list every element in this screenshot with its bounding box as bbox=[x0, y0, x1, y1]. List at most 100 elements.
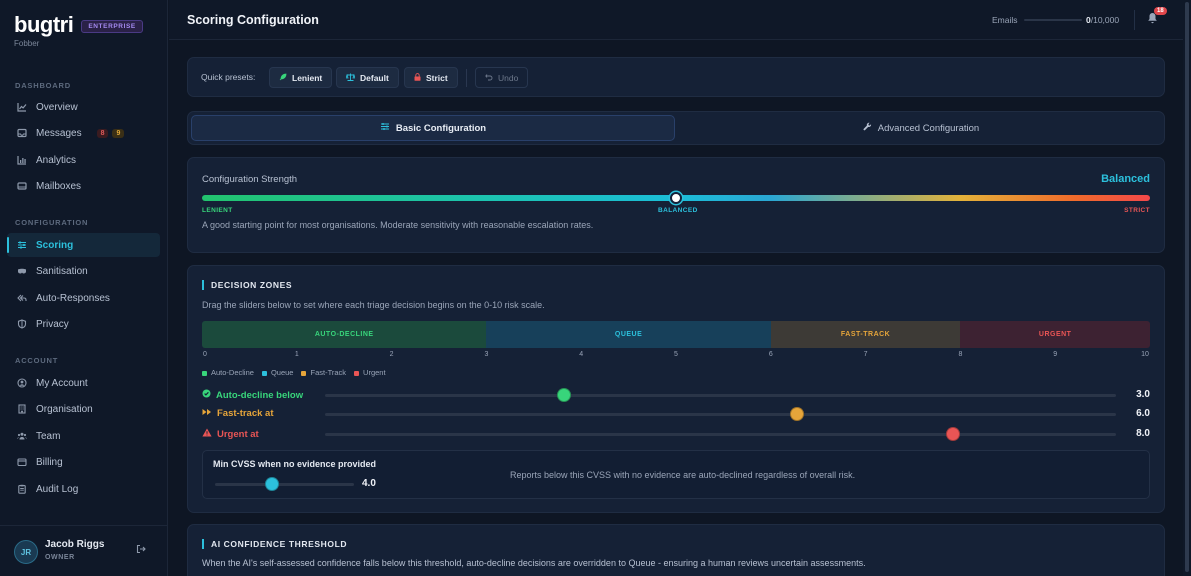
section-title: AI CONFIDENCE THRESHOLD bbox=[202, 539, 347, 549]
zone-bar: AUTO-DECLINE QUEUE FAST-TRACK URGENT bbox=[202, 321, 1150, 348]
sidebar-item-label: Messages bbox=[36, 127, 82, 139]
sidebar-item-messages[interactable]: Messages 8 9 bbox=[7, 121, 160, 145]
mailbox-icon bbox=[17, 181, 27, 191]
ai-confidence-card: AI CONFIDENCE THRESHOLD When the AI's se… bbox=[187, 524, 1165, 576]
zone-auto-decline: AUTO-DECLINE bbox=[202, 321, 487, 348]
strength-slider-thumb[interactable] bbox=[670, 192, 682, 204]
sidebar-item-label: Privacy bbox=[36, 318, 69, 330]
emails-label: Emails bbox=[992, 15, 1018, 25]
sidebar: bugtri ENTERPRISE Fobber DASHBOARD Overv… bbox=[0, 0, 168, 576]
tab-basic-configuration[interactable]: Basic Configuration bbox=[191, 115, 675, 141]
brand-logo[interactable]: bugtri bbox=[14, 12, 74, 38]
legend-label: Queue bbox=[270, 368, 294, 377]
urgent-slider-thumb[interactable] bbox=[946, 427, 960, 441]
sidebar-item-sanitisation[interactable]: Sanitisation bbox=[7, 259, 160, 283]
strict-preset-button[interactable]: Strict bbox=[404, 67, 458, 88]
zone-queue: QUEUE bbox=[486, 321, 771, 348]
lenient-preset-button[interactable]: Lenient bbox=[269, 67, 333, 88]
user-name: Jacob Riggs bbox=[45, 539, 105, 550]
sidebar-item-label: Scoring bbox=[36, 239, 74, 251]
scale-label-strict: STRICT bbox=[1124, 207, 1150, 214]
presets-label: Quick presets: bbox=[201, 72, 256, 82]
scale-label-balanced: BALANCED bbox=[658, 207, 698, 214]
brand: bugtri ENTERPRISE bbox=[14, 12, 143, 38]
fast-track-slider-thumb[interactable] bbox=[790, 407, 804, 421]
sidebar-item-auto-responses[interactable]: Auto-Responses bbox=[7, 286, 160, 310]
scale-label-lenient: LENIENT bbox=[202, 207, 233, 214]
clipboard-icon bbox=[17, 484, 27, 494]
legend-swatch bbox=[301, 370, 307, 376]
emails-count: 0/10,000 bbox=[1086, 15, 1119, 25]
sidebar-item-label: Auto-Responses bbox=[36, 292, 110, 304]
sidebar-item-my-account[interactable]: My Account bbox=[7, 371, 160, 395]
slider-label-text: Auto-decline below bbox=[216, 389, 304, 401]
sidebar-item-organisation[interactable]: Organisation bbox=[7, 397, 160, 421]
legend-label: Urgent bbox=[363, 368, 386, 377]
legend-item: Fast-Track bbox=[301, 368, 346, 377]
min-cvss-slider-thumb[interactable] bbox=[265, 477, 279, 491]
slider-label: Auto-decline below bbox=[202, 389, 303, 401]
fast-track-slider-row: Fast-track at 6.0 bbox=[202, 406, 1150, 422]
zone-fast-track: FAST-TRACK bbox=[770, 321, 961, 348]
user-circle-icon bbox=[17, 378, 27, 388]
min-cvss-slider[interactable] bbox=[215, 483, 354, 486]
emails-limit: /10,000 bbox=[1090, 15, 1120, 25]
zones-description: Drag the sliders below to set where each… bbox=[202, 300, 545, 310]
notification-count-badge: 18 bbox=[1154, 7, 1167, 15]
fast-forward-icon bbox=[202, 408, 212, 419]
lock-icon bbox=[414, 72, 421, 83]
pending-badge: 9 bbox=[112, 128, 125, 138]
legend-label: Auto-Decline bbox=[211, 368, 254, 377]
risk-scale-ticks: 0 1 2 3 4 5 6 7 8 9 10 bbox=[202, 351, 1150, 361]
auto-decline-slider-row: Auto-decline below 3.0 bbox=[202, 387, 1150, 403]
avatar[interactable]: JR bbox=[14, 540, 38, 564]
building-icon bbox=[17, 404, 27, 414]
bar-chart-icon bbox=[17, 155, 27, 165]
sidebar-item-audit-log[interactable]: Audit Log bbox=[7, 477, 160, 501]
strict-label: Strict bbox=[426, 72, 448, 83]
page-title: Scoring Configuration bbox=[187, 13, 319, 27]
sidebar-item-overview[interactable]: Overview bbox=[7, 95, 160, 119]
auto-decline-slider[interactable] bbox=[325, 394, 1116, 397]
cvss-title: Min CVSS when no evidence provided bbox=[213, 459, 377, 469]
slider-value: 6.0 bbox=[1136, 408, 1150, 419]
undo-button[interactable]: Undo bbox=[475, 67, 529, 88]
strength-value: Balanced bbox=[1101, 173, 1150, 185]
fast-track-slider[interactable] bbox=[325, 413, 1116, 416]
sidebar-item-scoring[interactable]: Scoring bbox=[7, 233, 160, 257]
sidebar-item-privacy[interactable]: Privacy bbox=[7, 312, 160, 336]
tick-label: 4 bbox=[579, 351, 584, 358]
tab-advanced-configuration[interactable]: Advanced Configuration bbox=[679, 115, 1163, 141]
slider-value: 8.0 bbox=[1136, 428, 1150, 439]
sidebar-item-billing[interactable]: Billing bbox=[7, 450, 160, 474]
user-role: OWNER bbox=[45, 554, 75, 561]
sidebar-item-label: Billing bbox=[36, 456, 63, 468]
inbox-icon bbox=[17, 128, 27, 138]
configuration-strength-card: Configuration Strength Balanced LENIENT … bbox=[187, 157, 1165, 253]
logout-icon[interactable] bbox=[136, 544, 146, 557]
sidebar-item-mailboxes[interactable]: Mailboxes bbox=[7, 174, 160, 198]
nav-section-configuration: CONFIGURATION bbox=[15, 218, 89, 227]
scrollbar-thumb[interactable] bbox=[1185, 2, 1189, 572]
tick-label: 0 bbox=[203, 351, 207, 358]
urgent-slider-row: Urgent at 8.0 bbox=[202, 426, 1150, 442]
slider-label-text: Urgent at bbox=[217, 428, 259, 440]
zone-legend: Auto-Decline Queue Fast-Track Urgent bbox=[202, 368, 386, 377]
ai-description: When the AI's self-assessed confidence f… bbox=[202, 558, 866, 568]
sidebar-item-label: Mailboxes bbox=[36, 180, 82, 192]
decision-zones-card: DECISION ZONES Drag the sliders below to… bbox=[187, 265, 1165, 513]
sidebar-item-label: Organisation bbox=[36, 403, 93, 415]
sidebar-item-team[interactable]: Team bbox=[7, 424, 160, 448]
tick-label: 7 bbox=[863, 351, 868, 358]
sidebar-item-analytics[interactable]: Analytics bbox=[7, 148, 160, 172]
top-header: Scoring Configuration Emails 0/10,000 18 bbox=[169, 0, 1191, 40]
shield-icon bbox=[17, 319, 27, 329]
legend-swatch bbox=[202, 370, 207, 376]
undo-icon bbox=[485, 73, 493, 83]
default-preset-button[interactable]: Default bbox=[336, 67, 399, 88]
sliders-icon bbox=[17, 240, 27, 250]
auto-decline-slider-thumb[interactable] bbox=[557, 388, 571, 402]
lenient-label: Lenient bbox=[292, 72, 323, 83]
strength-label: Configuration Strength bbox=[202, 174, 298, 185]
urgent-slider[interactable] bbox=[325, 433, 1116, 436]
